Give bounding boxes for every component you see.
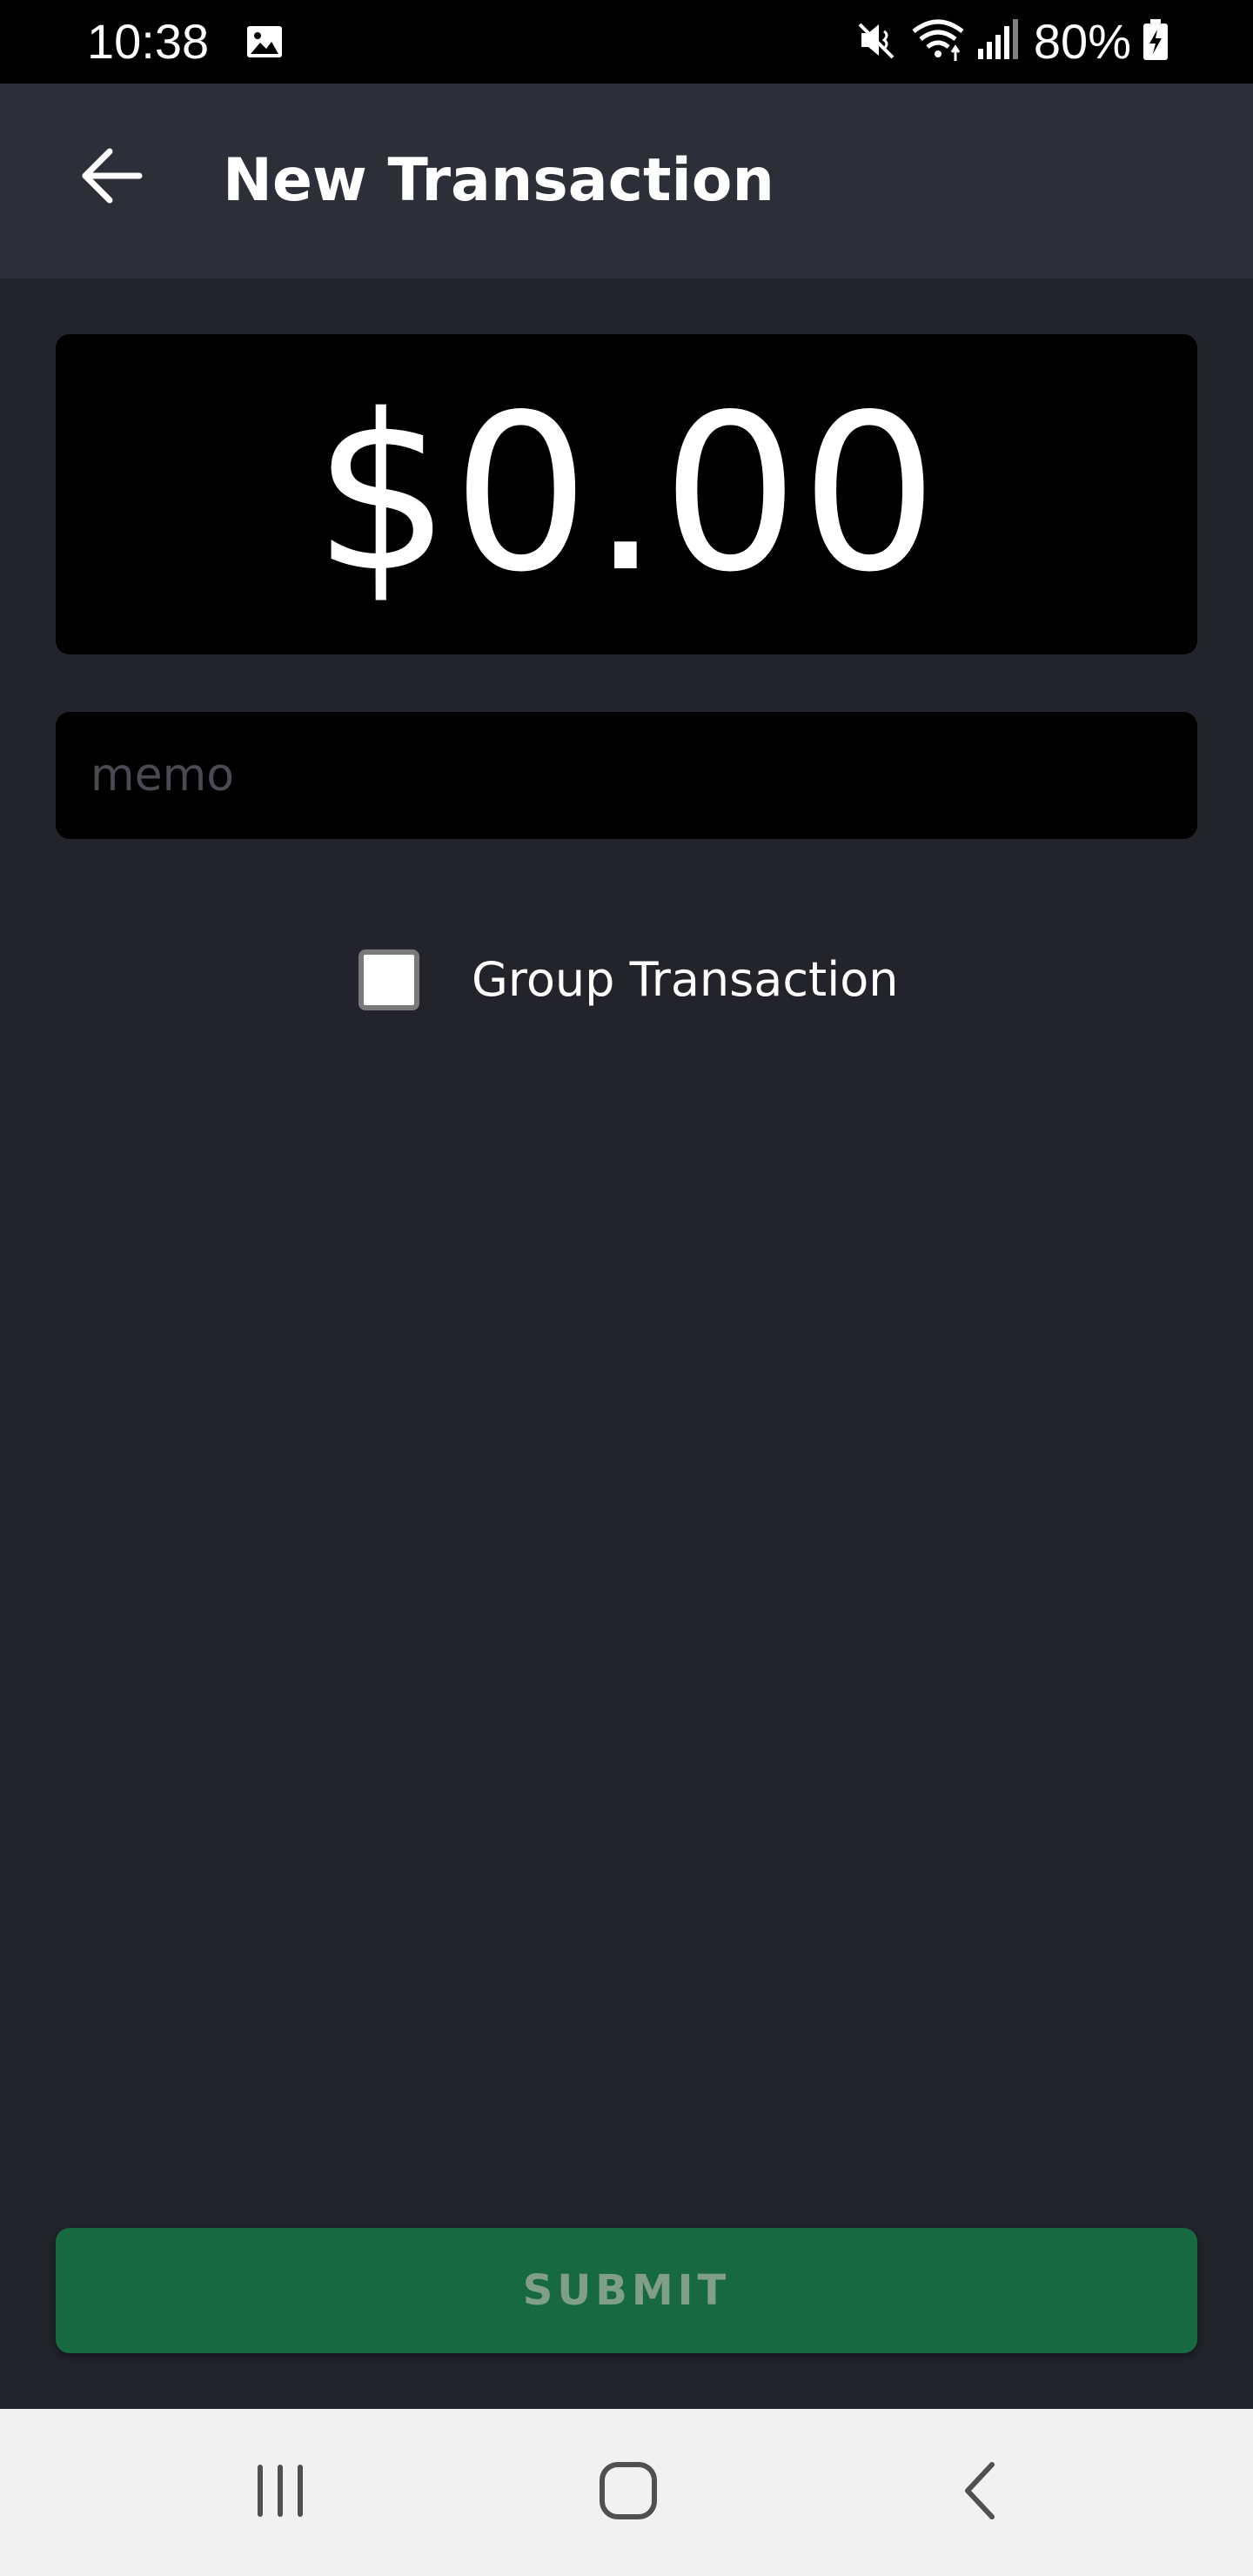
- battery-percent: 80%: [1033, 14, 1131, 69]
- back-button[interactable]: [70, 136, 153, 219]
- memo-field[interactable]: [56, 712, 1197, 839]
- group-transaction-checkbox[interactable]: [358, 949, 419, 1010]
- mute-icon: [854, 17, 900, 66]
- amount-value: $0.00: [313, 369, 940, 620]
- page-title: New Transaction: [223, 146, 774, 215]
- group-transaction-toggle[interactable]: Group Transaction: [358, 947, 898, 1013]
- system-nav-bar: [0, 2409, 1253, 2576]
- recents-icon: [252, 2459, 308, 2526]
- back-icon: [955, 2459, 1004, 2526]
- home-button[interactable]: [576, 2447, 680, 2538]
- status-icons: 80%: [854, 12, 1169, 71]
- wifi-icon: [910, 17, 966, 66]
- submit-button[interactable]: SUBMIT: [56, 2228, 1197, 2353]
- status-time: 10:38: [87, 14, 210, 69]
- battery-charging-icon: [1142, 17, 1169, 66]
- home-icon: [597, 2459, 660, 2526]
- memo-input[interactable]: [90, 712, 1161, 839]
- status-bar: 10:38 80%: [0, 0, 1253, 84]
- nav-back-button[interactable]: [928, 2447, 1032, 2538]
- submit-label: SUBMIT: [522, 2266, 731, 2315]
- group-transaction-label: Group Transaction: [472, 952, 899, 1007]
- app-bar: New Transaction: [0, 84, 1253, 278]
- gallery-icon: [245, 23, 284, 61]
- recents-button[interactable]: [228, 2447, 332, 2538]
- amount-display[interactable]: $0.00: [56, 334, 1197, 654]
- signal-icon: [976, 17, 1018, 66]
- arrow-left-icon: [78, 143, 144, 212]
